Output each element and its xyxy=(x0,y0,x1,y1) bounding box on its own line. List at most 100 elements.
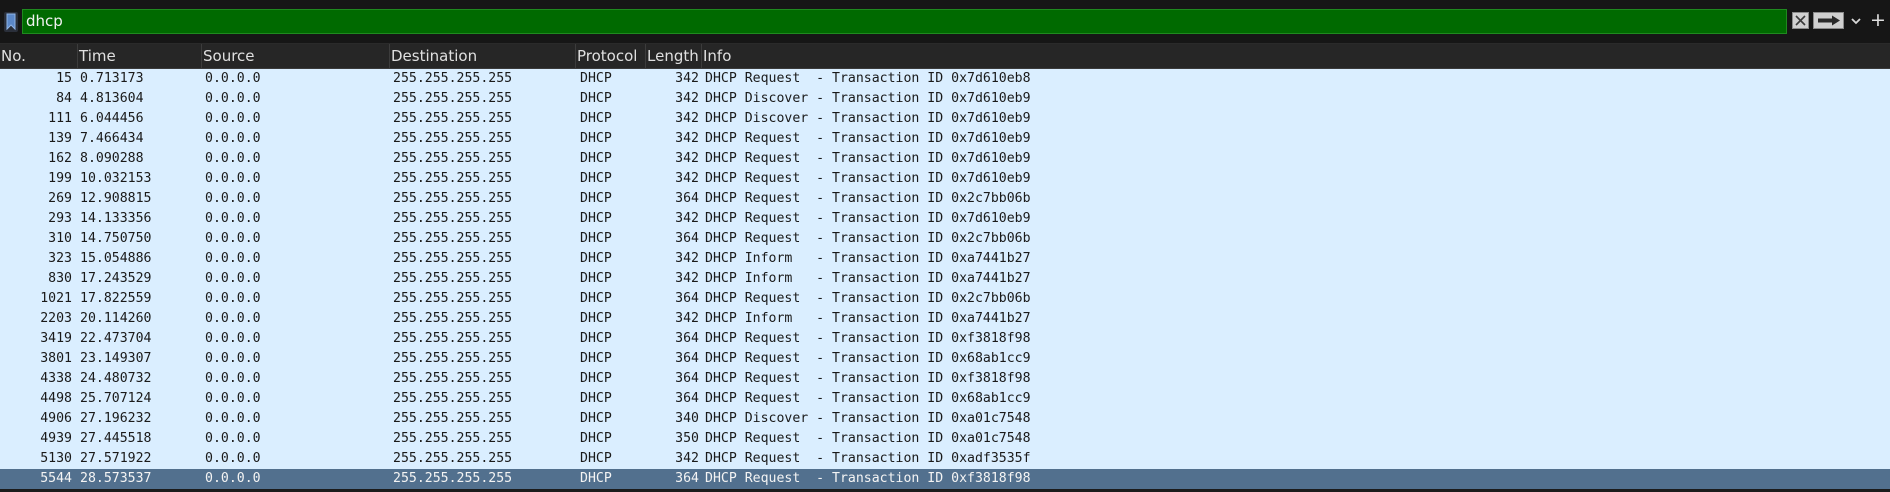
packet-row[interactable]: 199 10.032153 0.0.0.0 255.255.255.255 DHCP 34… xyxy=(0,169,1890,189)
packet-row[interactable]: 15 0.713173 0.0.0.0 255.255.255.255 DHCP 342 D… xyxy=(0,69,1890,89)
packet-row[interactable]: 139 7.466434 0.0.0.0 255.255.255.255 DHCP 342… xyxy=(0,129,1890,149)
packet-time: 12.908815 xyxy=(80,191,152,206)
packet-no: 162 xyxy=(48,151,72,166)
packet-protocol: DHCP xyxy=(580,431,612,446)
packet-row[interactable]: 5130 27.571922 0.0.0.0 255.255.255.255 DHCP 3… xyxy=(0,449,1890,469)
packet-length: 342 xyxy=(675,71,699,86)
packet-destination: 255.255.255.255 xyxy=(393,91,513,106)
packet-no: 4939 xyxy=(40,431,72,446)
packet-source: 0.0.0.0 xyxy=(205,111,261,126)
packet-info: DHCP Request - Transaction ID 0x7d610eb9 xyxy=(705,131,1031,146)
packet-length: 364 xyxy=(675,391,699,406)
packet-protocol: DHCP xyxy=(580,171,612,186)
packet-row[interactable]: 4939 27.445518 0.0.0.0 255.255.255.255 DHCP 3… xyxy=(0,429,1890,449)
packet-row[interactable]: 4498 25.707124 0.0.0.0 255.255.255.255 DHCP 3… xyxy=(0,389,1890,409)
packet-protocol: DHCP xyxy=(580,331,612,346)
packet-length: 364 xyxy=(675,371,699,386)
packet-source: 0.0.0.0 xyxy=(205,151,261,166)
packet-destination: 255.255.255.255 xyxy=(393,211,513,226)
packet-info: DHCP Request - Transaction ID 0x2c7bb06b xyxy=(705,191,1031,206)
packet-time: 22.473704 xyxy=(80,331,152,346)
packet-row[interactable]: 830 17.243529 0.0.0.0 255.255.255.255 DHCP 34… xyxy=(0,269,1890,289)
packet-time: 7.466434 xyxy=(80,131,144,146)
packet-no: 84 xyxy=(56,91,72,106)
packet-row[interactable]: 2203 20.114260 0.0.0.0 255.255.255.255 DHCP 3… xyxy=(0,309,1890,329)
packet-no: 4906 xyxy=(40,411,72,426)
packet-row[interactable]: 323 15.054886 0.0.0.0 255.255.255.255 DHCP 34… xyxy=(0,249,1890,269)
column-header-time[interactable]: Time xyxy=(78,44,202,68)
packet-row[interactable]: 162 8.090288 0.0.0.0 255.255.255.255 DHCP 342… xyxy=(0,149,1890,169)
filter-bookmark-icon[interactable] xyxy=(4,12,18,32)
packet-row[interactable]: 4338 24.480732 0.0.0.0 255.255.255.255 DHCP 3… xyxy=(0,369,1890,389)
packet-source: 0.0.0.0 xyxy=(205,351,261,366)
packet-info: DHCP Discover - Transaction ID 0x7d610eb… xyxy=(705,111,1031,126)
packet-source: 0.0.0.0 xyxy=(205,311,261,326)
packet-protocol: DHCP xyxy=(580,191,612,206)
packet-no: 269 xyxy=(48,191,72,206)
packet-source: 0.0.0.0 xyxy=(205,471,261,486)
packet-row[interactable]: 269 12.908815 0.0.0.0 255.255.255.255 DHCP 36… xyxy=(0,189,1890,209)
packet-time: 17.822559 xyxy=(80,291,152,306)
packet-destination: 255.255.255.255 xyxy=(393,291,513,306)
packet-row[interactable]: 293 14.133356 0.0.0.0 255.255.255.255 DHCP 34… xyxy=(0,209,1890,229)
packet-no: 830 xyxy=(48,271,72,286)
packet-length: 342 xyxy=(675,271,699,286)
packet-source: 0.0.0.0 xyxy=(205,231,261,246)
packet-info: DHCP Request - Transaction ID 0xf3818f98 xyxy=(705,331,1031,346)
packet-no: 5544 xyxy=(40,471,72,486)
packet-source: 0.0.0.0 xyxy=(205,171,261,186)
packet-row[interactable]: 1021 17.822559 0.0.0.0 255.255.255.255 DHCP 3… xyxy=(0,289,1890,309)
packet-destination: 255.255.255.255 xyxy=(393,171,513,186)
clear-filter-icon[interactable] xyxy=(1792,12,1809,29)
column-header-info[interactable]: Info xyxy=(702,44,1890,68)
column-header-protocol[interactable]: Protocol xyxy=(576,44,646,68)
packet-destination: 255.255.255.255 xyxy=(393,331,513,346)
packet-info: DHCP Request - Transaction ID 0x7d610eb9 xyxy=(705,211,1031,226)
packet-length: 342 xyxy=(675,211,699,226)
packet-info: DHCP Request - Transaction ID 0xf3818f98 xyxy=(705,371,1031,386)
packet-length: 364 xyxy=(675,291,699,306)
add-filter-button[interactable]: + xyxy=(1870,10,1886,30)
chevron-down-icon[interactable] xyxy=(1848,12,1864,29)
packet-source: 0.0.0.0 xyxy=(205,91,261,106)
packet-protocol: DHCP xyxy=(580,231,612,246)
packet-row[interactable]: 310 14.750750 0.0.0.0 255.255.255.255 DHCP 36… xyxy=(0,229,1890,249)
packet-length: 364 xyxy=(675,331,699,346)
packet-time: 23.149307 xyxy=(80,351,152,366)
column-header-destination[interactable]: Destination xyxy=(390,44,576,68)
packet-time: 25.707124 xyxy=(80,391,152,406)
packet-source: 0.0.0.0 xyxy=(205,71,261,86)
packet-no: 139 xyxy=(48,131,72,146)
column-header-length[interactable]: Length xyxy=(646,44,702,68)
packet-row[interactable]: 84 4.813604 0.0.0.0 255.255.255.255 DHCP 342 D… xyxy=(0,89,1890,109)
packet-no: 2203 xyxy=(40,311,72,326)
column-header-source[interactable]: Source xyxy=(202,44,390,68)
packet-info: DHCP Inform - Transaction ID 0xa7441b27 xyxy=(705,251,1031,266)
packet-length: 364 xyxy=(675,231,699,246)
packet-destination: 255.255.255.255 xyxy=(393,191,513,206)
packet-destination: 255.255.255.255 xyxy=(393,391,513,406)
packet-list-header: No. Time Source Destination Protocol Len… xyxy=(0,44,1890,69)
packet-time: 24.480732 xyxy=(80,371,152,386)
packet-row[interactable]: 4906 27.196232 0.0.0.0 255.255.255.255 DHCP 3… xyxy=(0,409,1890,429)
packet-source: 0.0.0.0 xyxy=(205,211,261,226)
packet-source: 0.0.0.0 xyxy=(205,451,261,466)
packet-protocol: DHCP xyxy=(580,251,612,266)
apply-filter-arrow-icon[interactable] xyxy=(1813,12,1844,29)
packet-time: 0.713173 xyxy=(80,71,144,86)
packet-length: 364 xyxy=(675,471,699,486)
packet-destination: 255.255.255.255 xyxy=(393,131,513,146)
display-filter-input[interactable]: dhcp xyxy=(22,9,1787,34)
packet-row[interactable]: 111 6.044456 0.0.0.0 255.255.255.255 DHCP 342… xyxy=(0,109,1890,129)
packet-protocol: DHCP xyxy=(580,151,612,166)
packet-row[interactable]: 3419 22.473704 0.0.0.0 255.255.255.255 DHCP 3… xyxy=(0,329,1890,349)
column-header-no[interactable]: No. xyxy=(0,44,78,68)
packet-destination: 255.255.255.255 xyxy=(393,71,513,86)
packet-row-selected[interactable]: 5544 28.573537 0.0.0.0 255.255.255.255 DHCP 3… xyxy=(0,469,1890,489)
packet-time: 4.813604 xyxy=(80,91,144,106)
packet-row[interactable]: 3801 23.149307 0.0.0.0 255.255.255.255 DHCP 3… xyxy=(0,349,1890,369)
packet-protocol: DHCP xyxy=(580,311,612,326)
packet-length: 340 xyxy=(675,411,699,426)
packet-destination: 255.255.255.255 xyxy=(393,351,513,366)
packet-info: DHCP Request - Transaction ID 0x2c7bb06b xyxy=(705,231,1031,246)
